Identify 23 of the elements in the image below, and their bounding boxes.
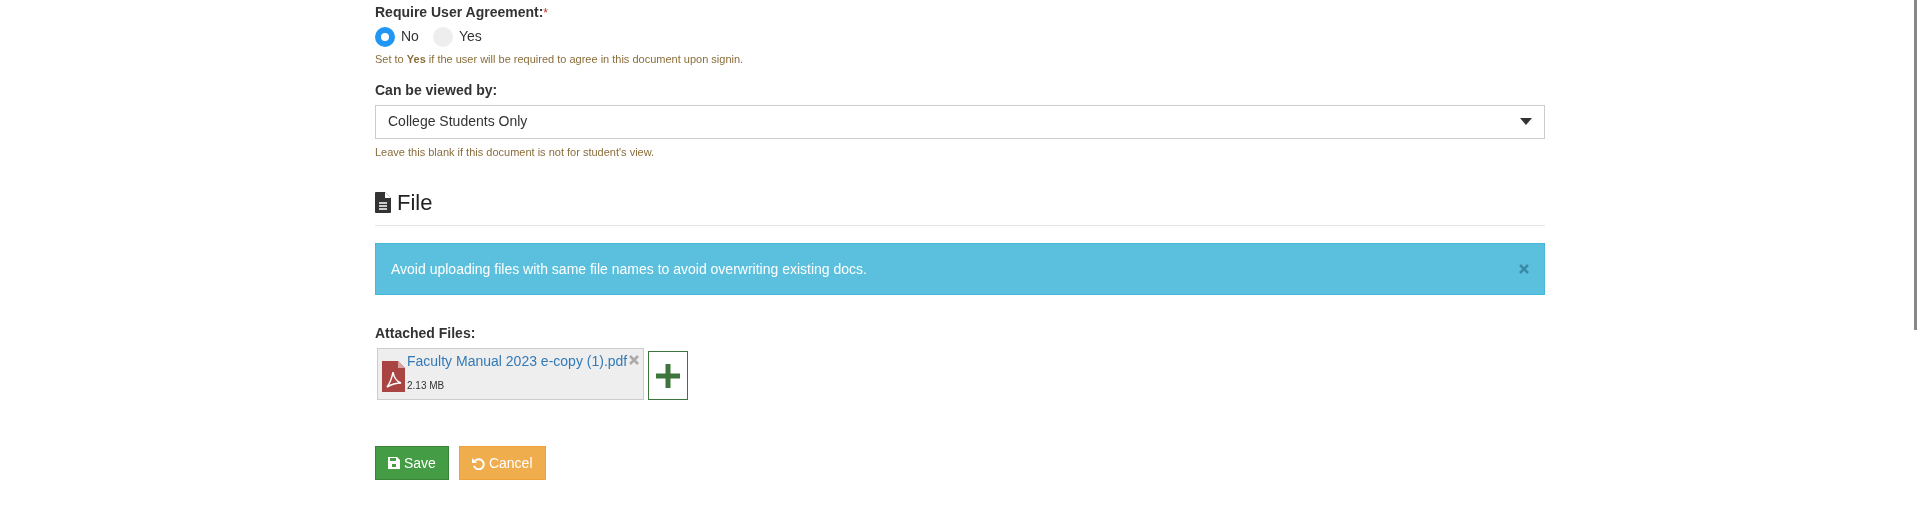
section-title: File bbox=[397, 189, 433, 217]
radio-button[interactable] bbox=[375, 26, 395, 47]
document-icon bbox=[375, 192, 391, 213]
undo-icon bbox=[471, 456, 485, 470]
close-icon[interactable] bbox=[1519, 264, 1529, 274]
required-mark: * bbox=[543, 5, 548, 22]
radio-option[interactable]: No bbox=[375, 26, 419, 47]
file-link[interactable]: Faculty Manual 2023 e-copy (1).pdf bbox=[407, 351, 628, 372]
help-text: Leave this blank if this document is not for student's view. bbox=[375, 144, 656, 160]
caret-icon bbox=[1520, 118, 1532, 125]
file-size: 2.13 MB bbox=[407, 379, 446, 393]
select-field[interactable]: College Students Only bbox=[375, 104, 1545, 139]
field-label: Can be viewed by: bbox=[375, 80, 499, 100]
add-file-button[interactable] bbox=[648, 351, 689, 400]
radio-option[interactable]: Yes bbox=[432, 26, 482, 47]
info-alert: Avoid uploading files with same file names to avoid overwriting existing docs. bbox=[375, 243, 1545, 295]
scrollbar-thumb[interactable] bbox=[1914, 0, 1917, 330]
plus-icon bbox=[654, 361, 683, 390]
field-label: Attached Files: bbox=[375, 324, 477, 343]
remove-icon[interactable] bbox=[629, 355, 640, 365]
field-label: Require User Agreement: bbox=[375, 3, 544, 22]
help-text: Set to Yes if the user will be required to agree in this document upon signin. bbox=[375, 52, 745, 67]
pdf-icon bbox=[382, 361, 405, 392]
